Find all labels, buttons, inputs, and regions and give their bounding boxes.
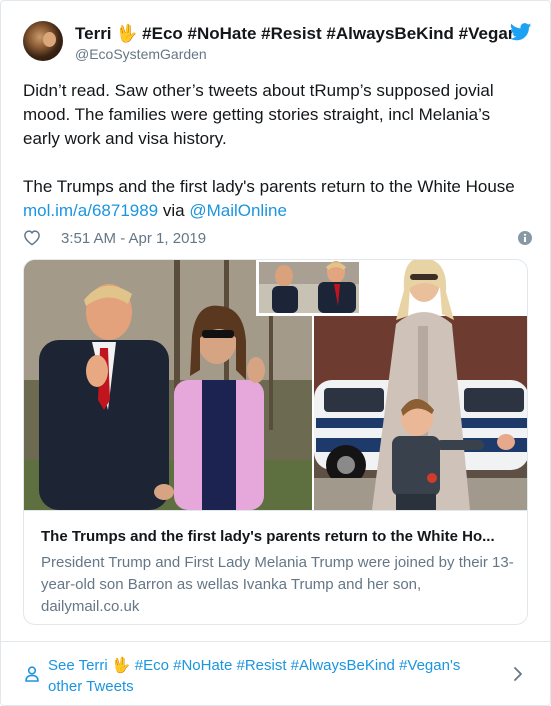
tweet-text-paragraph-2: The Trumps and the first lady's parents … — [23, 175, 523, 223]
card-domain: dailymail.co.uk — [41, 598, 140, 615]
see-other-tweets-link[interactable]: See Terri 🖖 #Eco #NoHate #Resist #Always… — [48, 655, 498, 697]
tweet-text-paragraph-1: Didn’t read. Saw other’s tweets about tR… — [23, 81, 494, 148]
tweet-timestamp[interactable]: 3:51 AM - Apr 1, 2019 — [61, 230, 206, 247]
via-mention-link[interactable]: @MailOnline — [189, 201, 287, 220]
chevron-right-icon[interactable] — [513, 666, 523, 682]
embedded-tweet: Terri 🖖 #Eco #NoHate #Resist #AlwaysBeKi… — [0, 0, 551, 706]
info-icon[interactable] — [518, 231, 532, 245]
tweet-url-link[interactable]: mol.im/a/6871989 — [23, 201, 158, 220]
tweet-header: Terri 🖖 #Eco #NoHate #Resist #AlwaysBeKi… — [23, 21, 532, 65]
card-title[interactable]: The Trumps and the first lady's parents … — [41, 528, 516, 545]
avatar[interactable] — [23, 21, 63, 61]
card-info[interactable]: The Trumps and the first lady's parents … — [24, 510, 527, 624]
via-text: via — [158, 201, 190, 220]
card-photo[interactable] — [24, 260, 527, 510]
author-display-name[interactable]: Terri 🖖 #Eco #NoHate #Resist #AlwaysBeKi… — [75, 24, 515, 44]
author-screen-name[interactable]: @EcoSystemGarden — [75, 46, 207, 62]
card-description: President Trump and First Lady Melania T… — [41, 554, 514, 593]
tweet-meta: 3:51 AM - Apr 1, 2019 — [23, 228, 532, 248]
link-preview-card[interactable]: The Trumps and the first lady's parents … — [23, 259, 528, 625]
person-icon — [25, 666, 39, 682]
card-photo-collage — [24, 260, 527, 510]
twitter-bird-icon[interactable] — [510, 23, 532, 41]
tweet-text: Didn’t read. Saw other’s tweets about tR… — [23, 79, 523, 223]
heart-icon[interactable] — [23, 229, 41, 246]
tweet-link-headline: The Trumps and the first lady's parents … — [23, 177, 515, 196]
tweet-footer[interactable]: See Terri 🖖 #Eco #NoHate #Resist #Always… — [1, 641, 550, 705]
